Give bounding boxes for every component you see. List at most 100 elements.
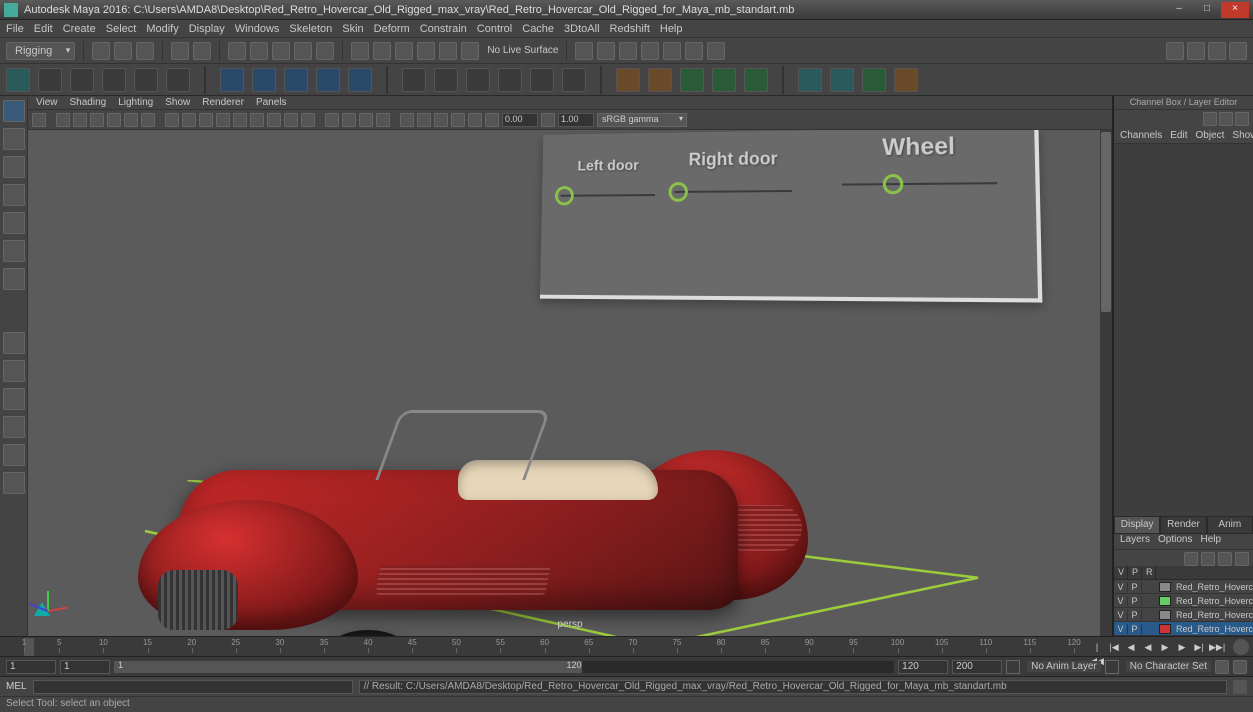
selmask-icon[interactable] xyxy=(228,42,246,60)
shelf-icon[interactable] xyxy=(798,68,822,92)
shelf-icon[interactable] xyxy=(434,68,458,92)
menu-skin[interactable]: Skin xyxy=(342,23,363,35)
panel-icon[interactable] xyxy=(434,113,448,127)
layout-icon[interactable] xyxy=(3,332,25,354)
layer-row[interactable]: VPRed_Retro_Hovercar_C... xyxy=(1114,622,1253,636)
layer-icon[interactable] xyxy=(1201,552,1215,566)
shelf-icon[interactable] xyxy=(680,68,704,92)
selmask-icon[interactable] xyxy=(272,42,290,60)
panel-menu-view[interactable]: View xyxy=(36,97,58,108)
render-icon[interactable] xyxy=(641,42,659,60)
script-editor-icon[interactable] xyxy=(1233,680,1247,694)
cb-tab-render[interactable]: Render xyxy=(1160,516,1206,534)
cb-sub-help[interactable]: Help xyxy=(1200,534,1221,549)
gear-icon[interactable] xyxy=(485,113,499,127)
next-frame-icon[interactable]: ▶ xyxy=(1175,640,1189,654)
selmask-icon[interactable] xyxy=(294,42,312,60)
script-lang-label[interactable]: MEL xyxy=(6,681,27,692)
menu-redshift[interactable]: Redshift xyxy=(610,23,650,35)
shelf-icon[interactable] xyxy=(102,68,126,92)
shelf-icon[interactable] xyxy=(402,68,426,92)
panel-icon[interactable] xyxy=(199,113,213,127)
exposure-input[interactable]: 0.00 xyxy=(502,113,538,127)
range-end-outer[interactable]: 200 xyxy=(952,660,1002,674)
history-icon[interactable] xyxy=(575,42,593,60)
shelf-icon[interactable] xyxy=(6,68,30,92)
shelf-icon[interactable] xyxy=(252,68,276,92)
panel-icon[interactable] xyxy=(165,113,179,127)
shelf-icon[interactable] xyxy=(562,68,586,92)
close-button[interactable]: × xyxy=(1221,2,1249,18)
panel-icon[interactable] xyxy=(417,113,431,127)
menu-modify[interactable]: Modify xyxy=(146,23,178,35)
snap-live-icon[interactable] xyxy=(439,42,457,60)
panel-menu-renderer[interactable]: Renderer xyxy=(202,97,244,108)
range-track[interactable]: 1 120 xyxy=(114,661,894,673)
panel-icon[interactable] xyxy=(468,113,482,127)
character-set-dropdown[interactable]: No Character Set xyxy=(1126,661,1211,672)
menu-cache[interactable]: Cache xyxy=(522,23,554,35)
viewport[interactable]: Left door Right door Wheel persp xyxy=(28,130,1112,636)
wheel-slider[interactable] xyxy=(842,173,997,195)
snap-plane-icon[interactable] xyxy=(417,42,435,60)
panel-icon[interactable] xyxy=(267,113,281,127)
shelf-icon[interactable] xyxy=(38,68,62,92)
right-door-slider[interactable] xyxy=(674,181,792,202)
menu-display[interactable]: Display xyxy=(189,23,225,35)
cb-sub-layers[interactable]: Layers xyxy=(1120,534,1150,549)
snap-grid-icon[interactable] xyxy=(351,42,369,60)
menu-constrain[interactable]: Constrain xyxy=(420,23,467,35)
shelf-icon[interactable] xyxy=(862,68,886,92)
cb-tab-anim[interactable]: Anim xyxy=(1207,516,1253,534)
scale-tool-icon[interactable] xyxy=(3,240,25,262)
gamma-input[interactable]: 1.00 xyxy=(558,113,594,127)
select-tool-icon[interactable] xyxy=(3,100,25,122)
layer-icon[interactable] xyxy=(1218,552,1232,566)
minimize-button[interactable]: – xyxy=(1165,2,1193,18)
anim-layer-dropdown[interactable]: No Anim Layer xyxy=(1027,661,1101,672)
panel-layout-icon[interactable] xyxy=(1166,42,1184,60)
range-start-inner[interactable]: 1 xyxy=(60,660,110,674)
snap-point-icon[interactable] xyxy=(395,42,413,60)
viewport-scrollbar[interactable] xyxy=(1100,130,1112,636)
move-tool-icon[interactable] xyxy=(3,184,25,206)
shelf-icon[interactable] xyxy=(712,68,736,92)
panel-icon[interactable] xyxy=(400,113,414,127)
layout-icon[interactable] xyxy=(3,444,25,466)
panel-icon[interactable] xyxy=(342,113,356,127)
new-scene-icon[interactable] xyxy=(92,42,110,60)
maximize-button[interactable]: □ xyxy=(1193,2,1221,18)
render-icon[interactable] xyxy=(707,42,725,60)
paint-select-tool-icon[interactable] xyxy=(3,156,25,178)
panel-layout-icon[interactable] xyxy=(1208,42,1226,60)
menu-select[interactable]: Select xyxy=(106,23,137,35)
selmask-icon[interactable] xyxy=(250,42,268,60)
prev-key-icon[interactable]: |◀ xyxy=(1107,640,1121,654)
range-icon[interactable] xyxy=(1215,660,1229,674)
next-key-icon[interactable]: ▶| xyxy=(1192,640,1206,654)
menu-help[interactable]: Help xyxy=(660,23,683,35)
cb-menu-channels[interactable]: Channels xyxy=(1120,130,1162,143)
render-icon[interactable] xyxy=(663,42,681,60)
play-back-icon[interactable]: ◀ xyxy=(1141,640,1155,654)
snap-curve-icon[interactable] xyxy=(373,42,391,60)
layer-row[interactable]: VPRed_Retro_Hovercar_C... xyxy=(1114,608,1253,622)
panel-layout-icon[interactable] xyxy=(1187,42,1205,60)
panel-icon[interactable] xyxy=(233,113,247,127)
cb-sub-options[interactable]: Options xyxy=(1158,534,1192,549)
cb-tab-display[interactable]: Display xyxy=(1114,516,1160,534)
menu-edit[interactable]: Edit xyxy=(34,23,53,35)
play-icon[interactable]: ▶ xyxy=(1158,640,1172,654)
cb-icon[interactable] xyxy=(1235,112,1249,126)
panel-menu-panels[interactable]: Panels xyxy=(256,97,287,108)
menu-windows[interactable]: Windows xyxy=(235,23,280,35)
snap-icon[interactable] xyxy=(461,42,479,60)
layer-icon[interactable] xyxy=(1235,552,1249,566)
cb-menu-object[interactable]: Object xyxy=(1196,130,1225,143)
shelf-icon[interactable] xyxy=(894,68,918,92)
anim-prefs-icon[interactable] xyxy=(1233,639,1249,655)
cb-menu-show[interactable]: Show xyxy=(1232,130,1253,143)
layout-icon[interactable] xyxy=(3,360,25,382)
shelf-icon[interactable] xyxy=(616,68,640,92)
menu-control[interactable]: Control xyxy=(477,23,512,35)
